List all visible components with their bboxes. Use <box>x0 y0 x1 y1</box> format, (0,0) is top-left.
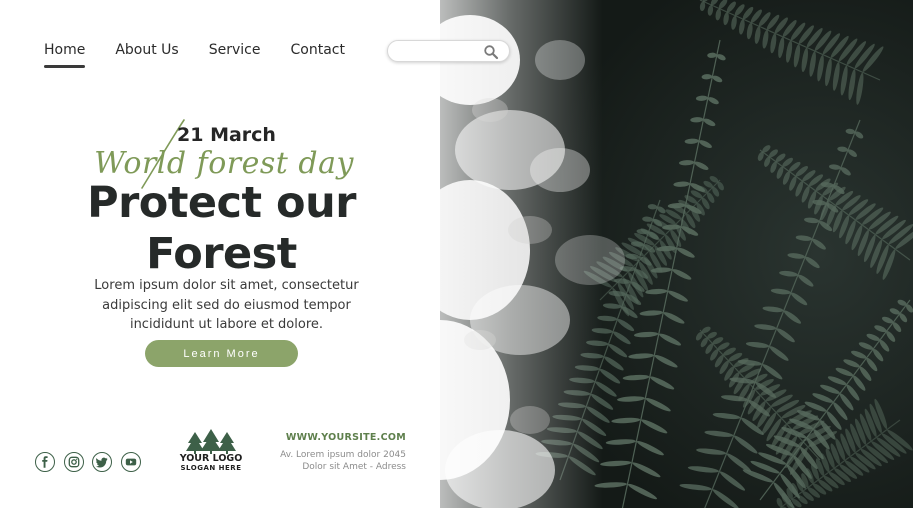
description-line-2: adipiscing elit sed do eiusmod tempor <box>102 297 351 313</box>
address-line-1: Av. Lorem ipsum dolor 2045 <box>280 450 406 460</box>
description-line-1: Lorem ipsum dolor sit amet, consectetur <box>94 278 359 293</box>
facebook-icon[interactable] <box>35 452 55 472</box>
logo-slogan: SLOGAN HERE <box>180 464 242 472</box>
search-icon[interactable] <box>483 44 499 60</box>
instagram-icon[interactable] <box>63 452 84 472</box>
event-date: 21 March <box>177 124 276 146</box>
main-nav: Home About Us Service Contact <box>44 42 375 68</box>
address-line-2: Dolor sit Amet - Adress <box>302 462 406 472</box>
headline-line-1: Protect our <box>87 178 356 228</box>
social-links <box>35 452 149 472</box>
nav-about-us[interactable]: About Us <box>115 42 178 58</box>
pine-trees-icon <box>186 429 236 454</box>
address: Av. Lorem ipsum dolor 2045 Dolor sit Ame… <box>260 449 406 473</box>
search-bar <box>387 40 510 62</box>
hero-description: Lorem ipsum dolor sit amet, consectetur … <box>0 276 453 335</box>
twitter-icon[interactable] <box>92 452 112 472</box>
contact-info: WWW.YOURSITE.COM Av. Lorem ipsum dolor 2… <box>260 432 406 473</box>
nav-contact[interactable]: Contact <box>290 42 344 58</box>
learn-more-button[interactable]: Learn More <box>145 340 298 367</box>
page-headline: Protect our Forest <box>0 178 443 280</box>
nav-home[interactable]: Home <box>44 42 86 68</box>
event-name-script: World forest day <box>94 146 354 181</box>
search-input[interactable] <box>398 44 490 58</box>
description-line-3: incididunt ut labore et dolore. <box>129 317 324 332</box>
headline-line-2: Forest <box>146 229 297 279</box>
brand-logo: YOUR LOGO SLOGAN HERE <box>176 428 246 473</box>
nav-service[interactable]: Service <box>209 42 261 58</box>
logo-name: YOUR LOGO <box>179 453 243 464</box>
website-link[interactable]: WWW.YOURSITE.COM <box>260 432 406 443</box>
youtube-icon[interactable] <box>120 452 141 472</box>
